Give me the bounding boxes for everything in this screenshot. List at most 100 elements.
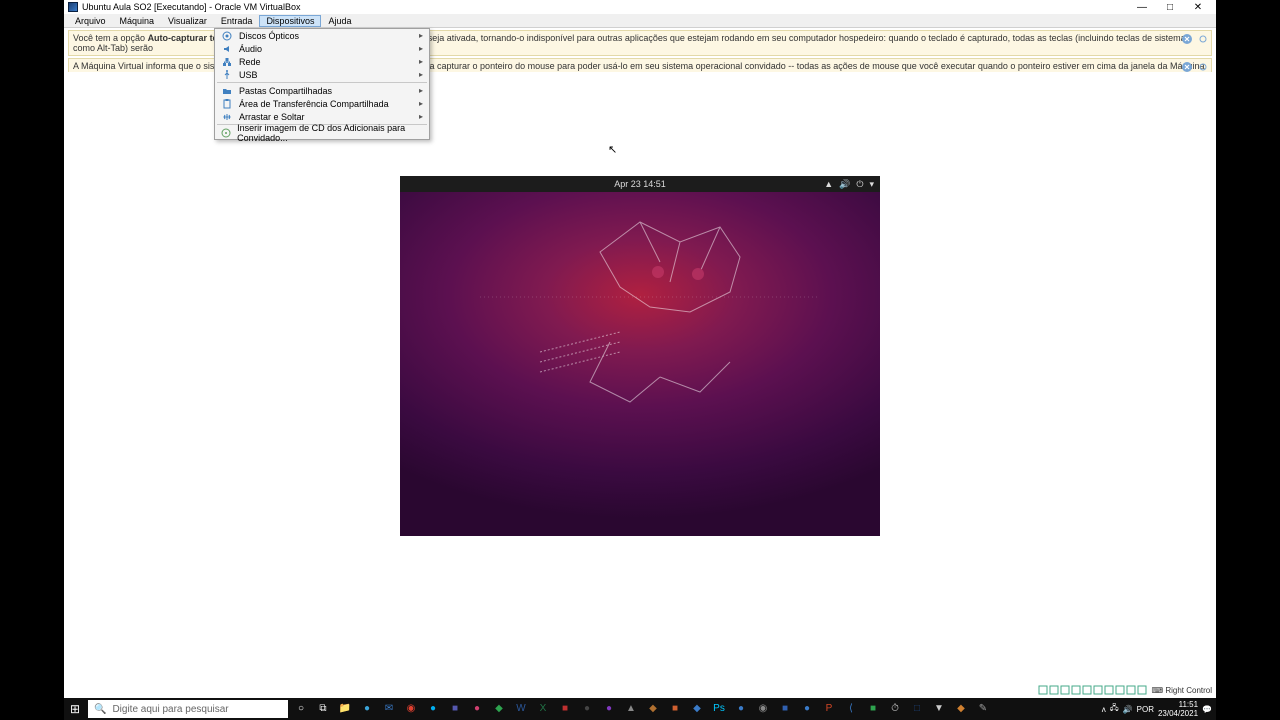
taskbar-virtualbox-icon[interactable]: □ [907, 700, 927, 718]
titlebar[interactable]: Ubuntu Aula SO2 [Executando] - Oracle VM… [64, 0, 1216, 14]
status-usb-icon[interactable] [1082, 685, 1092, 695]
minimize-button[interactable]: — [1128, 2, 1156, 13]
tray-overflow-icon[interactable]: ᴧ [1102, 705, 1106, 714]
taskbar-powerpoint-icon[interactable]: P [819, 700, 839, 718]
tray-notifications-icon[interactable]: 💬 [1202, 705, 1212, 714]
taskbar-app16-icon[interactable]: ◆ [951, 700, 971, 718]
taskbar-app15-icon[interactable]: ▼ [929, 700, 949, 718]
taskbar-vscode-icon[interactable]: ⟨ [841, 700, 861, 718]
windows-taskbar[interactable]: ⊞ 🔍 Digite aqui para pesquisar ○⧉📁●✉◉●■●… [64, 698, 1216, 720]
taskbar-app3-icon[interactable]: ■ [555, 700, 575, 718]
folder-icon [221, 86, 233, 96]
status-cam-icon[interactable] [1115, 685, 1125, 695]
status-power-icon[interactable] [1137, 685, 1147, 695]
tray-language[interactable]: POR [1137, 705, 1154, 714]
taskbar-excel-icon[interactable]: X [533, 700, 553, 718]
taskbar-app1-icon[interactable]: ● [467, 700, 487, 718]
taskbar-skype-icon[interactable]: ● [423, 700, 443, 718]
taskbar-app2-icon[interactable]: ◆ [489, 700, 509, 718]
volume-icon[interactable]: 🔊 [839, 179, 850, 190]
submenu-arrow-icon: ▸ [419, 70, 423, 79]
guest-display[interactable]: Apr 23 14:51 ▲ 🔊 ⏻ ▾ [400, 176, 880, 536]
taskbar-cortana-icon[interactable]: ○ [291, 700, 311, 718]
taskbar-app7-icon[interactable]: ◆ [643, 700, 663, 718]
status-hd-icon[interactable] [1038, 685, 1048, 695]
menu-item-arrastar-e-soltar[interactable]: Arrastar e Soltar▸ [215, 110, 429, 123]
taskbar-app13-icon[interactable]: ■ [863, 700, 883, 718]
menu-item-label: Áudio [239, 44, 262, 54]
power-icon[interactable]: ⏻ [856, 179, 863, 190]
menu-arquivo[interactable]: Arquivo [68, 16, 113, 26]
menubar[interactable]: ArquivoMáquinaVisualizarEntradaDispositi… [64, 14, 1216, 28]
info-link-icon[interactable] [1197, 33, 1209, 45]
taskbar-word-icon[interactable]: W [511, 700, 531, 718]
taskbar-teams-icon[interactable]: ■ [445, 700, 465, 718]
taskbar-taskview-icon[interactable]: ⧉ [313, 700, 333, 718]
network-icon[interactable]: ▲ [824, 179, 833, 190]
search-icon: 🔍 [94, 704, 106, 715]
virtualbox-window: Ubuntu Aula SO2 [Executando] - Oracle VM… [64, 0, 1216, 698]
close-button[interactable]: ✕ [1184, 2, 1212, 13]
submenu-arrow-icon: ▸ [419, 99, 423, 108]
menu-item-label: Rede [239, 57, 261, 67]
menu-item-pastas-compartilhadas[interactable]: Pastas Compartilhadas▸ [215, 84, 429, 97]
taskbar-apps[interactable]: ○⧉📁●✉◉●■●◆WX■●●▲◆■◆Ps●◉■●P⟨■⏱□▼◆✎ [290, 698, 994, 720]
submenu-arrow-icon: ▸ [419, 57, 423, 66]
ubuntu-topbar[interactable]: Apr 23 14:51 ▲ 🔊 ⏻ ▾ [400, 176, 880, 192]
status-audio-icon[interactable] [1060, 685, 1070, 695]
ubuntu-clock[interactable]: Apr 23 14:51 [614, 179, 666, 189]
submenu-arrow-icon: ▸ [419, 44, 423, 53]
menu-entrada[interactable]: Entrada [214, 16, 260, 26]
menu-item-discos-pticos[interactable]: Discos Ópticos▸ [215, 29, 429, 42]
status-rec-icon[interactable] [1126, 685, 1136, 695]
menu-item-rede[interactable]: Rede ▸ [215, 55, 429, 68]
status-clip-icon[interactable] [1104, 685, 1114, 695]
menu-ajuda[interactable]: Ajuda [321, 16, 358, 26]
status-folder-icon[interactable] [1093, 685, 1103, 695]
taskbar-app8-icon[interactable]: ■ [665, 700, 685, 718]
taskbar-mail-icon[interactable]: ✉ [379, 700, 399, 718]
dispositivos-menu[interactable]: Discos Ópticos▸ Áudio ▸ Rede ▸ USB ▸ Pastas Com… [214, 28, 430, 140]
submenu-arrow-icon: ▸ [419, 112, 423, 121]
windows-desktop: Ubuntu Aula SO2 [Executando] - Oracle VM… [64, 0, 1216, 720]
audio-icon [221, 44, 233, 54]
menu-item-usb[interactable]: USB ▸ [215, 68, 429, 81]
info-dismiss-icon[interactable] [1181, 33, 1193, 45]
menu-item-rea-de-transfer-ncia-compartilhada[interactable]: Área de Transferência Compartilhada▸ [215, 97, 429, 110]
menu-visualizar[interactable]: Visualizar [161, 16, 214, 26]
search-placeholder: Digite aqui para pesquisar [112, 704, 228, 715]
status-disc-icon[interactable] [1049, 685, 1059, 695]
taskbar-app5-icon[interactable]: ● [599, 700, 619, 718]
taskbar-app14-icon[interactable]: ⏱ [885, 700, 905, 718]
menu-item-label: USB [239, 70, 258, 80]
status-net-icon[interactable] [1071, 685, 1081, 695]
host-key-label: ⌨ Right Control [1152, 686, 1212, 695]
menu-item-inserir-imagem-de-cd-dos-adicionais-para-convidado[interactable]: Inserir imagem de CD dos Adicionais para… [215, 126, 429, 139]
taskbar-chrome-icon[interactable]: ◉ [401, 700, 421, 718]
taskbar-photoshop-icon[interactable]: Ps [709, 700, 729, 718]
taskbar-app17-icon[interactable]: ✎ [973, 700, 993, 718]
menu-dispositivos[interactable]: Dispositivos [259, 15, 321, 27]
taskbar-app9-icon[interactable]: ◆ [687, 700, 707, 718]
taskbar-app10-icon[interactable]: ● [731, 700, 751, 718]
clipboard-icon [221, 99, 233, 109]
taskbar-explorer-icon[interactable]: 📁 [335, 700, 355, 718]
taskbar-app12-icon[interactable]: ● [797, 700, 817, 718]
menu-máquina[interactable]: Máquina [113, 16, 162, 26]
start-button[interactable]: ⊞ [64, 698, 86, 720]
system-tray[interactable]: ᴧ 🖧 🔊 POR 11:51 23/04/2021 💬 [1102, 698, 1216, 720]
disc-icon [221, 31, 233, 41]
search-box[interactable]: 🔍 Digite aqui para pesquisar [88, 700, 288, 718]
taskbar-app6-icon[interactable]: ▲ [621, 700, 641, 718]
tray-volume-icon[interactable]: 🔊 [1123, 705, 1133, 714]
taskbar-edge-icon[interactable]: ● [357, 700, 377, 718]
ubuntu-tray[interactable]: ▲ 🔊 ⏻ ▾ [824, 179, 874, 190]
tray-network-icon[interactable]: 🖧 [1110, 702, 1119, 716]
taskbar-app11-icon[interactable]: ■ [775, 700, 795, 718]
tray-clock[interactable]: 11:51 23/04/2021 [1158, 700, 1198, 718]
taskbar-obs-icon[interactable]: ◉ [753, 700, 773, 718]
menu-item-udio[interactable]: Áudio ▸ [215, 42, 429, 55]
taskbar-app4-icon[interactable]: ● [577, 700, 597, 718]
maximize-button[interactable]: □ [1156, 2, 1184, 13]
chevron-down-icon[interactable]: ▾ [869, 179, 874, 190]
